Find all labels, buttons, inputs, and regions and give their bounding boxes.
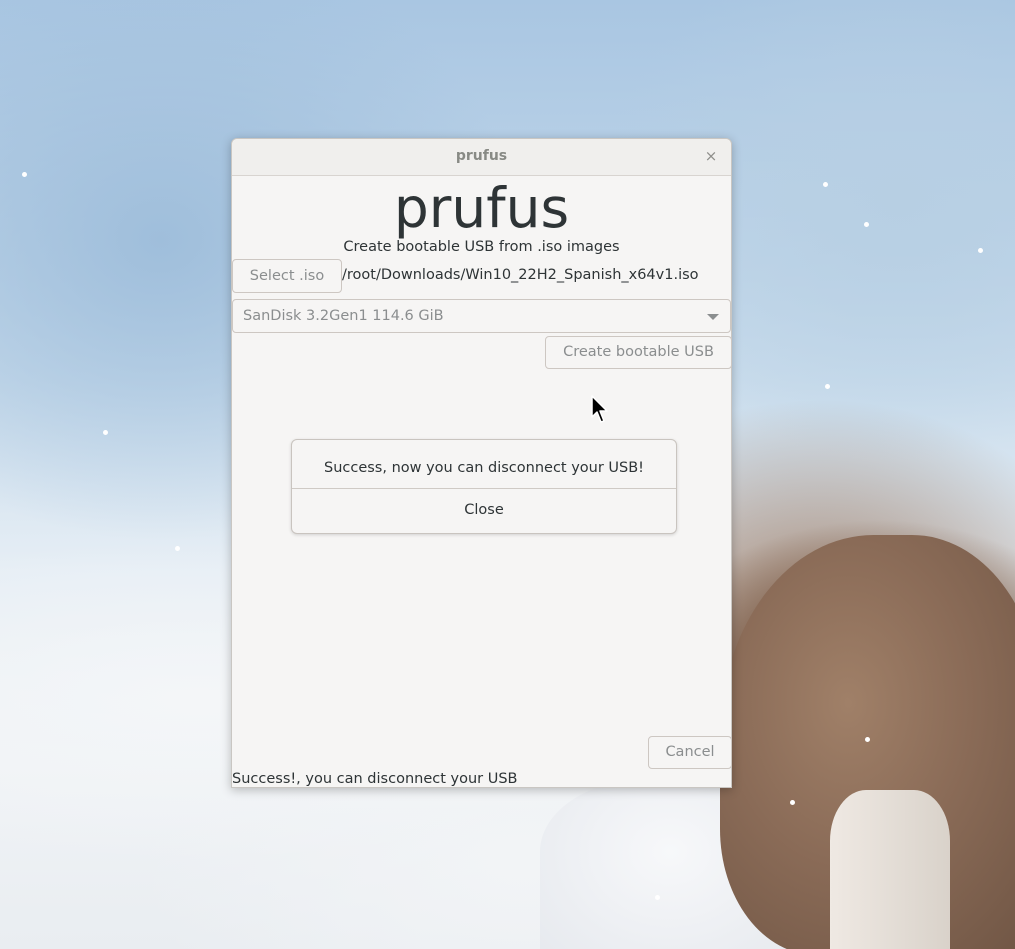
mouse-pointer-icon	[591, 395, 608, 423]
device-dropdown[interactable]: SanDisk 3.2Gen1 114.6 GiB	[232, 299, 731, 333]
select-iso-button[interactable]: Select .iso	[232, 259, 342, 293]
snowflake	[825, 384, 830, 389]
snowflake	[655, 895, 660, 900]
snowflake	[864, 222, 869, 227]
success-dialog: Success, now you can disconnect your USB…	[291, 439, 677, 534]
snowflake	[790, 800, 795, 805]
snowflake	[865, 737, 870, 742]
snowflake	[978, 248, 983, 253]
dialog-close-button[interactable]: Close	[292, 489, 676, 533]
snowflake	[103, 430, 108, 435]
snowflake	[823, 182, 828, 187]
cancel-button[interactable]: Cancel	[648, 736, 732, 769]
device-selected-value: SanDisk 3.2Gen1 114.6 GiB	[243, 308, 444, 324]
window-title: prufus	[455, 148, 508, 164]
dialog-message: Success, now you can disconnect your USB…	[323, 460, 644, 476]
title-bar[interactable]: prufus ×	[232, 139, 731, 176]
app-subtitle: Create bootable USB from .iso images	[343, 239, 620, 255]
status-message: Success!, you can disconnect your USB	[232, 771, 518, 787]
prufus-window: prufus × prufus Create bootable USB from…	[231, 138, 732, 788]
iso-path-label: /root/Downloads/Win10_22H2_Spanish_x64v1…	[342, 267, 699, 283]
chevron-down-icon	[707, 314, 719, 320]
snowflake	[22, 172, 27, 177]
create-bootable-usb-button[interactable]: Create bootable USB	[545, 336, 732, 369]
wallpaper-wolf-leg	[830, 790, 950, 949]
close-icon[interactable]: ×	[701, 146, 721, 166]
snowflake	[175, 546, 180, 551]
app-heading: prufus	[393, 176, 570, 240]
